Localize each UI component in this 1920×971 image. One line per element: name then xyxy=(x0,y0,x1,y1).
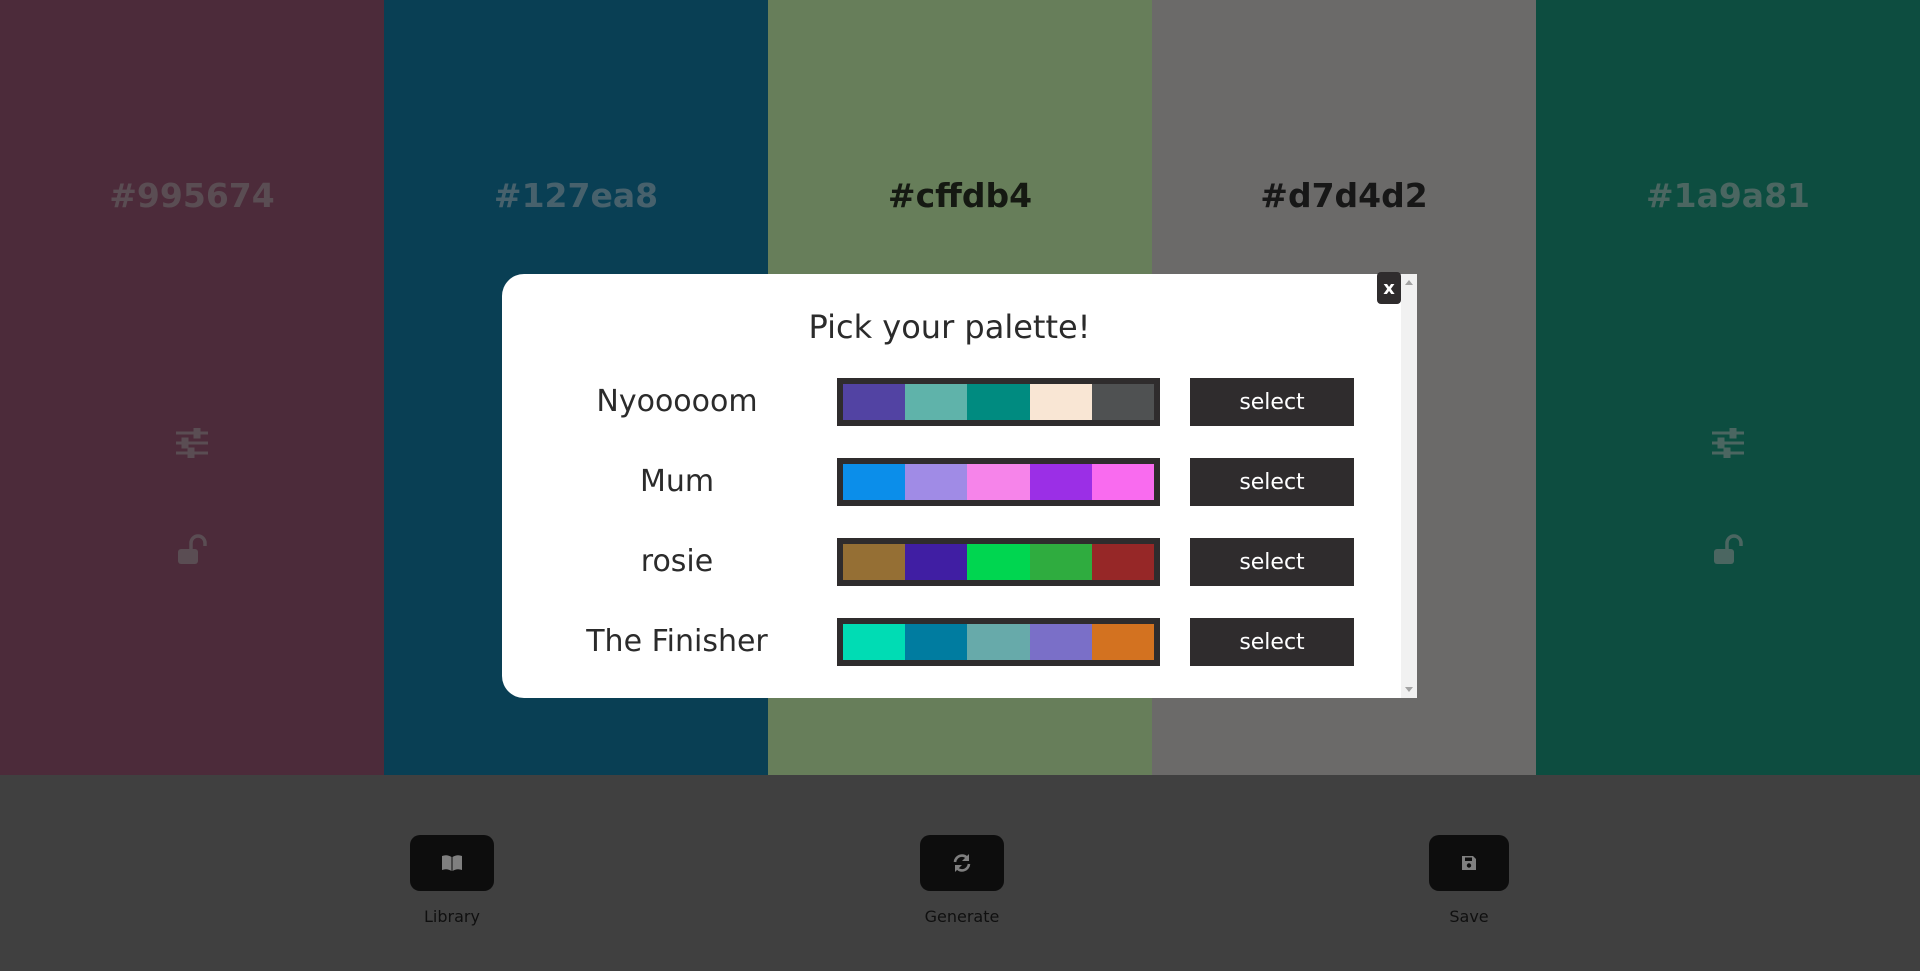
palette-row: rosie select xyxy=(502,538,1402,586)
palette-name: rosie xyxy=(640,544,714,579)
palette-swatch xyxy=(843,624,906,660)
palette-swatch xyxy=(967,384,1030,420)
palette-row: The Finisher select xyxy=(502,618,1402,666)
palette-row: Nyooooom select xyxy=(502,378,1402,426)
palette-swatch xyxy=(905,464,968,500)
palette-swatch xyxy=(967,544,1030,580)
select-button[interactable]: select xyxy=(1190,378,1354,426)
scroll-down-arrow-icon[interactable] xyxy=(1405,687,1413,692)
palette-swatch xyxy=(1029,384,1092,420)
palette-swatches xyxy=(837,458,1160,506)
close-button[interactable]: x xyxy=(1377,272,1401,304)
palette-name: The Finisher xyxy=(586,624,768,659)
palette-swatches xyxy=(837,538,1160,586)
palette-swatch xyxy=(905,384,968,420)
select-button[interactable]: select xyxy=(1190,538,1354,586)
palette-swatch xyxy=(1029,624,1092,660)
palette-swatch xyxy=(1091,464,1155,500)
palette-swatch xyxy=(905,544,968,580)
palette-swatch xyxy=(1091,384,1155,420)
palette-swatches xyxy=(837,618,1160,666)
palette-swatch xyxy=(967,624,1030,660)
modal-title: Pick your palette! xyxy=(808,308,1091,346)
palette-swatches xyxy=(837,378,1160,426)
select-button[interactable]: select xyxy=(1190,618,1354,666)
modal-scrollbar[interactable] xyxy=(1401,274,1417,698)
palette-row: Mum select xyxy=(502,458,1402,506)
scroll-up-arrow-icon[interactable] xyxy=(1405,280,1413,285)
palette-swatch xyxy=(843,384,906,420)
app-root: #995674 #127ea8 #cffdb4 #d7d4d2 #1a9a81 xyxy=(0,0,1920,971)
palette-swatch xyxy=(1091,624,1155,660)
palette-swatch xyxy=(905,624,968,660)
palette-swatch xyxy=(967,464,1030,500)
palette-swatch xyxy=(1091,544,1155,580)
palette-modal: Pick your palette! Nyooooom select Mum s… xyxy=(502,274,1417,698)
palette-swatch xyxy=(843,464,906,500)
select-button[interactable]: select xyxy=(1190,458,1354,506)
palette-swatch xyxy=(1029,464,1092,500)
palette-name: Nyooooom xyxy=(596,384,758,419)
palette-swatch xyxy=(843,544,906,580)
palette-name: Mum xyxy=(639,464,715,499)
palette-swatch xyxy=(1029,544,1092,580)
